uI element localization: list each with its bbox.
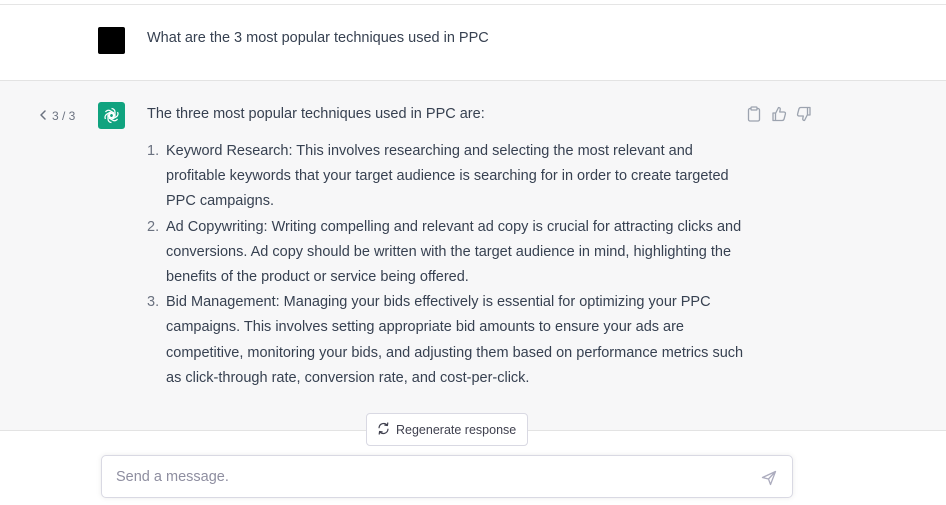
- list-item-text: Bid Management: Managing your bids effec…: [166, 294, 744, 386]
- message-input[interactable]: [116, 467, 736, 487]
- list-item-text: Keyword Research: This involves research…: [166, 143, 729, 210]
- thumbs-up-icon[interactable]: [770, 105, 787, 122]
- list-item-number: 3.: [147, 294, 160, 311]
- assistant-message-content: The three most popular techniques used i…: [147, 105, 747, 391]
- pager-label: 3 / 3: [52, 109, 76, 123]
- openai-logo-icon: [104, 107, 119, 124]
- list-item-number: 1.: [147, 143, 160, 159]
- list-item-number: 2.: [147, 218, 160, 235]
- regenerate-label: Regenerate response: [396, 422, 517, 437]
- user-avatar: [98, 27, 125, 54]
- chevron-left-icon[interactable]: [39, 109, 47, 123]
- list-item-text: Ad Copywriting: Writing compelling and r…: [166, 218, 742, 286]
- send-icon[interactable]: [760, 469, 778, 487]
- assistant-intro-text: The three most popular techniques used i…: [147, 106, 485, 122]
- clipboard-icon[interactable]: [745, 105, 762, 122]
- assistant-avatar: [98, 102, 125, 129]
- user-message-text: What are the 3 most popular techniques u…: [147, 30, 489, 46]
- message-actions: [745, 105, 812, 122]
- message-composer: [101, 455, 793, 498]
- list-item: 2. Ad Copywriting: Writing compelling an…: [147, 215, 746, 291]
- response-pager: 3 / 3: [39, 109, 75, 123]
- list-item: 3. Bid Management: Managing your bids ef…: [147, 290, 746, 391]
- thumbs-down-icon[interactable]: [795, 105, 812, 122]
- user-message-row: What are the 3 most popular techniques u…: [0, 5, 946, 81]
- list-item: 1. Keyword Research: This involves resea…: [147, 139, 746, 215]
- answer-list: 1. Keyword Research: This involves resea…: [147, 139, 747, 391]
- assistant-message-row: 3 / 3 The three most popular techniques …: [0, 81, 946, 431]
- refresh-icon: [377, 421, 390, 438]
- regenerate-response-button[interactable]: Regenerate response: [366, 413, 529, 446]
